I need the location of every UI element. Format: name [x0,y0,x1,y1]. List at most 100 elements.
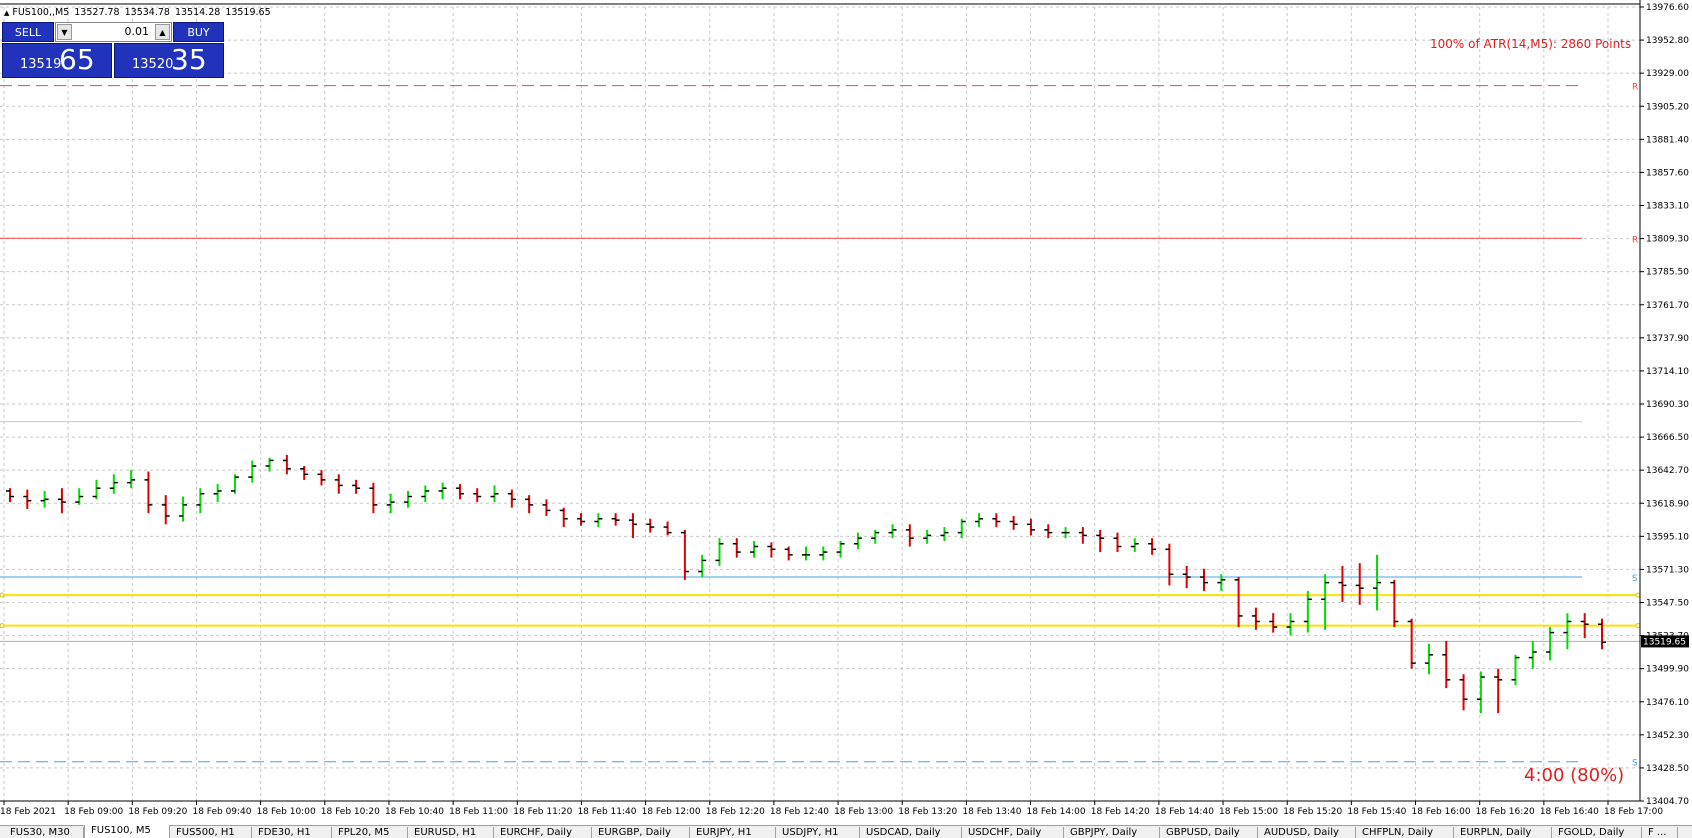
triangle-up-icon[interactable]: ▲ [155,24,170,40]
chart-tab[interactable]: F ... [1642,827,1678,838]
time-tick-label: 18 Feb 14:00 [1027,807,1086,817]
chart-tab[interactable]: EURGBP, Daily [592,827,690,838]
chart-tab[interactable]: FDE30, H1 [252,827,332,838]
chart-tab[interactable]: AUDUSD, Daily [1258,827,1356,838]
time-tick-label: 18 Feb 14:20 [1091,807,1150,817]
price-tick-label: 13595.10 [1646,532,1689,542]
price-tick-label: 13547.50 [1646,599,1689,609]
time-tick-label: 18 Feb 10:40 [385,807,444,817]
chart-tab-bar: FUS30, M30 FUS100, M5 FUS500, H1 FDE30, H1 F… [0,825,1692,838]
sell-button[interactable]: SELL [2,22,54,42]
chart-tab[interactable]: FGOLD, Daily [1552,827,1642,838]
chart-tab[interactable]: FPL20, M5 [332,827,408,838]
price-tick-label: 13690.30 [1646,400,1689,410]
atr-indicator-label: 100% of ATR(14,M5): 2860 Points [1430,37,1632,51]
price-tick-label: 13761.70 [1646,301,1689,311]
collapse-triangle-icon[interactable]: ▲ [4,9,9,17]
price-tick-label: 13404.70 [1646,797,1689,807]
chart-tab[interactable]: FUS500, H1 [170,827,252,838]
buy-button[interactable]: BUY [173,22,224,42]
time-tick-label: 18 Feb 17:00 [1604,807,1663,817]
ohlc-open: 13527.78 [74,7,120,18]
current-price-label: 13519.65 [1643,637,1686,647]
time-tick-label: 18 Feb 10:20 [321,807,380,817]
ohlc-high: 13534.78 [124,7,170,18]
time-tick-label: 18 Feb 09:20 [128,807,187,817]
level-tag: R [1632,235,1638,245]
price-tick-label: 13618.90 [1646,499,1689,509]
price-tick-label: 13428.50 [1646,764,1689,774]
triangle-down-icon[interactable]: ▼ [57,24,72,40]
price-tick-label: 13452.30 [1646,731,1689,741]
level-anchor-right [1635,592,1641,598]
chart-tab[interactable]: EURJPY, H1 [690,827,776,838]
price-tick-label: 13714.10 [1646,367,1689,377]
lot-size-value[interactable]: 0.01 [125,25,150,38]
sell-price-box[interactable]: 13519 65 [2,43,112,78]
price-tick-label: 13642.70 [1646,466,1689,476]
level-tag: R [1632,83,1638,93]
bid-price-major: 13519 [20,57,62,72]
level-anchor-right [1635,623,1641,629]
time-tick-label: 18 Feb 12:40 [770,807,829,817]
ohlc-close: 13519.65 [225,7,271,18]
chart-tab[interactable]: USDCHF, Daily [962,827,1064,838]
price-tick-label: 13499.90 [1646,665,1689,675]
price-tick-label: 13666.50 [1646,433,1689,443]
price-tick-label: 13571.30 [1646,565,1689,575]
time-tick-label: 18 Feb 15:40 [1347,807,1406,817]
level-anchor-left [0,592,5,598]
price-tick-label: 13785.50 [1646,268,1689,278]
chart-tab[interactable]: FUS30, M30 [4,827,84,838]
price-tick-label: 13881.40 [1646,135,1689,145]
level-tag: S [1632,574,1638,584]
price-tick-label: 13905.20 [1646,102,1689,112]
time-tick-label: 18 Feb 09:00 [64,807,123,817]
level-tag: S [1632,759,1638,769]
price-tick-label: 13737.90 [1646,334,1689,344]
time-tick-label: 18 Feb 13:20 [898,807,957,817]
time-tick-label: 18 Feb 13:00 [834,807,893,817]
chart-tab[interactable]: EURUSD, H1 [408,827,494,838]
bid-price-pips: 65 [59,43,95,76]
time-tick-label: 18 Feb 14:40 [1155,807,1214,817]
time-tick-label: 18 Feb 15:20 [1283,807,1342,817]
price-tick-label: 13809.30 [1646,235,1689,245]
price-tick-label: 13976.60 [1646,3,1689,13]
price-chart[interactable]: R R S S 13976.60 13952.80 13929.00 13905.20 138… [0,0,1692,825]
chart-tab[interactable]: CHFPLN, Daily [1356,827,1454,838]
lot-size-field[interactable]: ▼ 0.01 ▲ [55,22,172,42]
time-tick-label: 18 Feb 16:40 [1540,807,1599,817]
symbol-timeframe: FUS100,,M5 [12,7,70,18]
time-tick-label: 18 Feb 16:20 [1476,807,1535,817]
chart-tab[interactable]: USDJPY, H1 [776,827,860,838]
ask-price-major: 13520 [132,57,174,72]
trading-terminal: R R S S 13976.60 13952.80 13929.00 13905.20 138… [0,0,1692,838]
symbol-info-line: ▲ FUS100,,M5 13527.78 13534.78 13514.28 13519… [4,7,276,18]
time-tick-label: 18 Feb 09:40 [192,807,251,817]
chart-tab[interactable]: EURPLN, Daily [1454,827,1552,838]
time-tick-label: 18 Feb 2021 [0,807,56,817]
chart-tab[interactable]: FUS100, M5 [84,825,170,838]
chart-tab[interactable]: USDCAD, Daily [860,827,962,838]
price-tick-label: 13857.60 [1646,168,1689,178]
time-tick-label: 18 Feb 11:00 [449,807,508,817]
chart-tab[interactable]: GBPJPY, Daily [1064,827,1160,838]
time-tick-label: 18 Feb 13:40 [962,807,1021,817]
chart-tab[interactable]: GBPUSD, Daily [1160,827,1258,838]
price-tick-label: 13952.80 [1646,36,1689,46]
candle-timer-label: 4:00 (80%) [1524,765,1625,786]
chart-tab[interactable]: EURCHF, Daily [494,827,592,838]
time-tick-label: 18 Feb 12:00 [642,807,701,817]
price-tick-label: 13833.10 [1646,202,1689,212]
time-tick-label: 18 Feb 11:20 [513,807,572,817]
time-tick-label: 18 Feb 10:00 [257,807,316,817]
level-anchor-left [0,623,5,629]
time-tick-label: 18 Feb 16:00 [1412,807,1471,817]
price-tick-label: 13929.00 [1646,69,1689,79]
ask-price-pips: 35 [171,43,207,76]
one-click-trade-panel: SELL ▼ 0.01 ▲ BUY 13519 65 13520 35 [2,22,224,78]
time-tick-label: 18 Feb 12:20 [706,807,765,817]
time-tick-label: 18 Feb 11:40 [577,807,636,817]
buy-price-box[interactable]: 13520 35 [114,43,224,78]
